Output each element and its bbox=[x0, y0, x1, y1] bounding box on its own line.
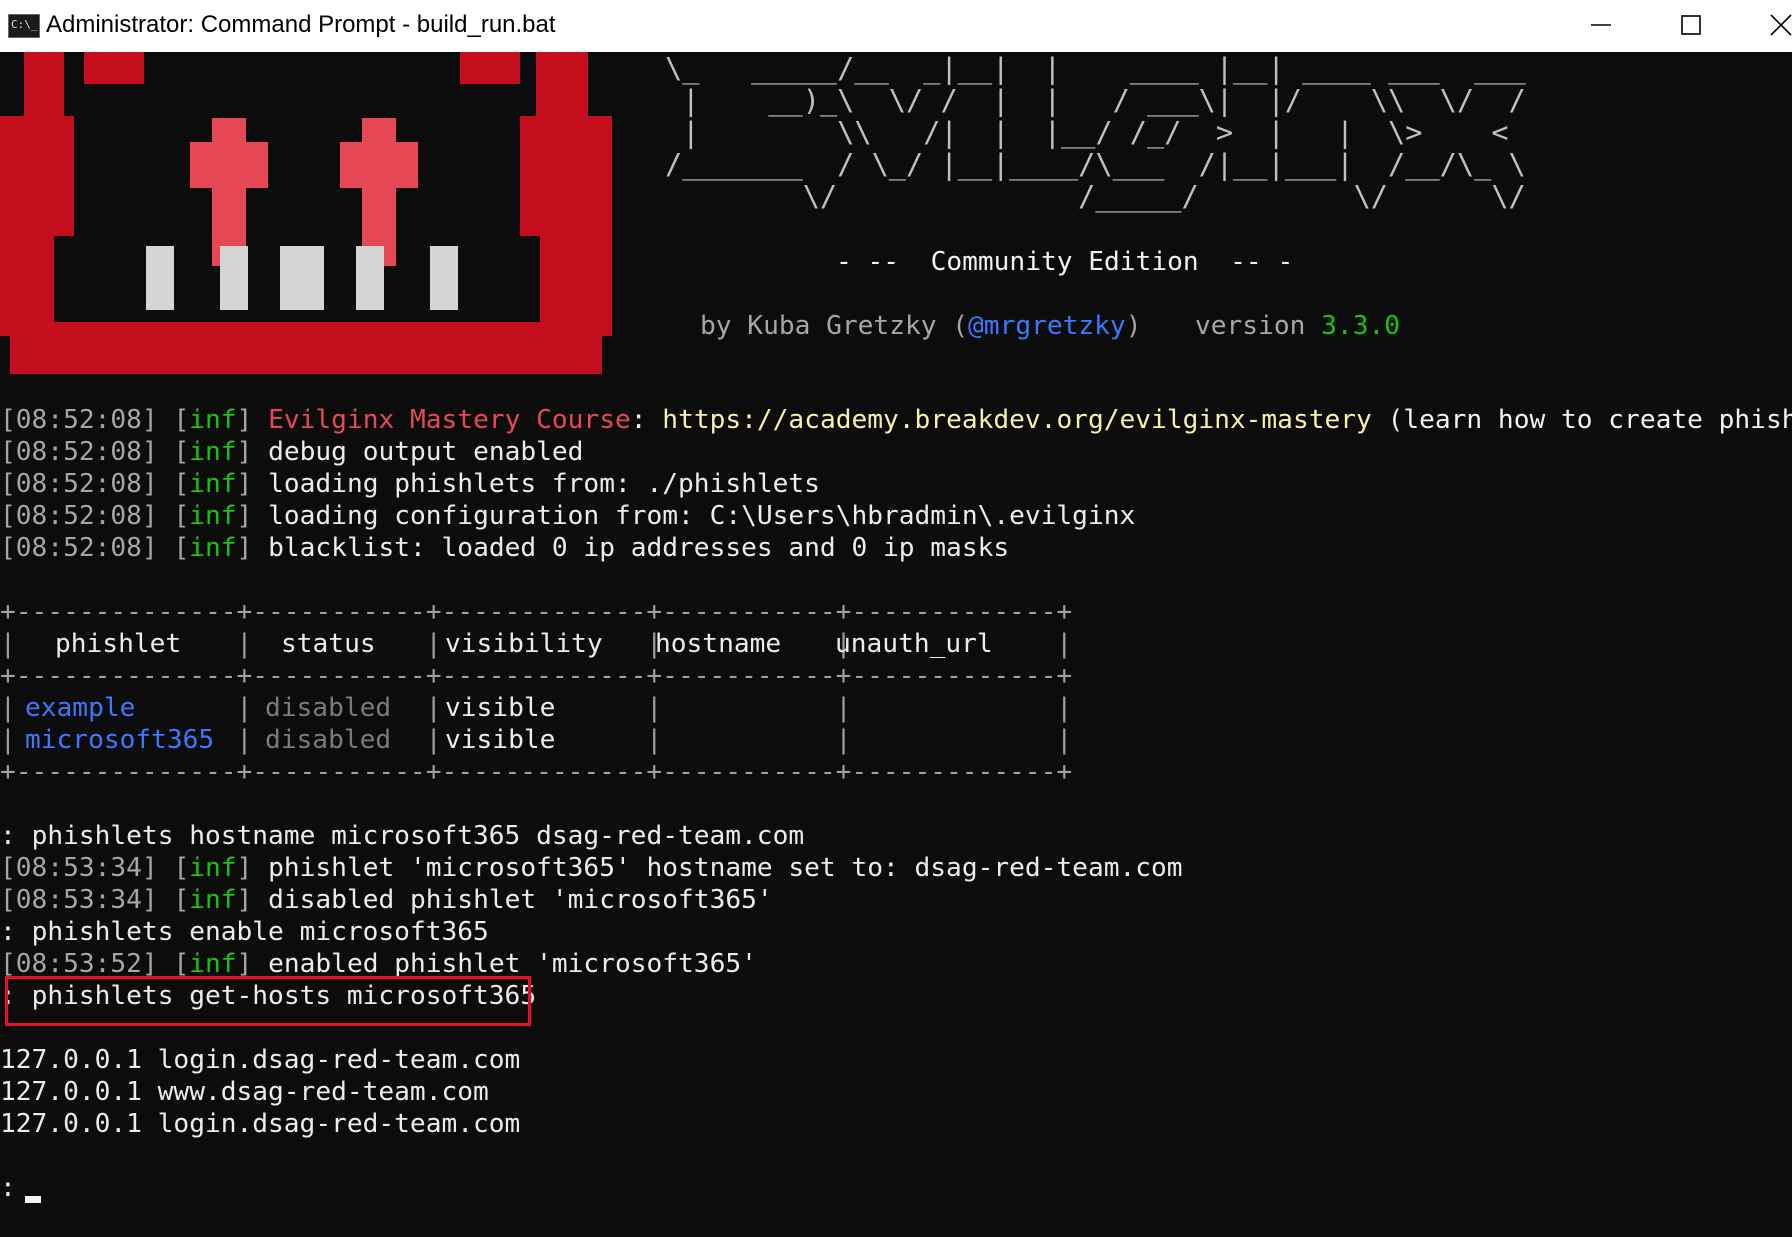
prompt-symbol: : bbox=[0, 821, 16, 851]
course-label: Evilginx Mastery Course bbox=[268, 405, 631, 435]
minimize-icon bbox=[1591, 24, 1611, 26]
minimize-button[interactable] bbox=[1556, 0, 1646, 52]
log-separator: : bbox=[630, 405, 647, 435]
table-border-mid: +--------------+-----------+------------… bbox=[0, 661, 1073, 691]
row-status: disabled bbox=[265, 725, 392, 755]
log-message: phishlet 'microsoft365' hostname set to:… bbox=[268, 853, 1183, 883]
ascii-line: | __)_\ \/ / | | / ___\| |/ \\ \/ / bbox=[665, 83, 1526, 117]
ascii-line: | \\ /| | |__/ /_/ > | | \> < bbox=[665, 115, 1509, 149]
version-number: 3.3.0 bbox=[1321, 311, 1400, 341]
log-timestamp: [08:53:34] bbox=[0, 853, 158, 883]
window-title: Administrator: Command Prompt - build_ru… bbox=[46, 11, 556, 38]
log-level: inf bbox=[189, 501, 237, 531]
cmd-icon-text: C:\_ bbox=[11, 18, 38, 31]
version-line: version 3.3.0 bbox=[1195, 310, 1400, 342]
command-text: phishlets enable microsoft365 bbox=[31, 917, 489, 947]
highlight-box bbox=[5, 976, 531, 1026]
window-titlebar: C:\_ Administrator: Command Prompt - bui… bbox=[0, 0, 1792, 52]
log-line: [08:52:08] [inf] loading phishlets from:… bbox=[0, 469, 820, 499]
log-line: [08:52:08] [inf] Evilginx Mastery Course… bbox=[0, 404, 1792, 436]
course-note: (learn how to create phishlets) bbox=[1387, 405, 1792, 435]
command-line: : phishlets enable microsoft365 bbox=[0, 916, 489, 948]
log-level: inf bbox=[189, 469, 237, 499]
log-line: [08:53:34] [inf] disabled phishlet 'micr… bbox=[0, 885, 773, 915]
log-message: loading phishlets from: ./phishlets bbox=[268, 469, 820, 499]
hosts-entry: 127.0.0.1 login.dsag-red-team.com bbox=[0, 1045, 521, 1075]
hosts-entry: 127.0.0.1 login.dsag-red-team.com bbox=[0, 1109, 521, 1139]
row-visibility: visible bbox=[445, 693, 556, 723]
log-line: [08:52:08] [inf] loading configuration f… bbox=[0, 501, 1136, 531]
command-line: : phishlets hostname microsoft365 dsag-r… bbox=[0, 820, 804, 852]
ascii-line: /_______ / \_/ |__|____/\___ /|__|___| /… bbox=[665, 147, 1526, 181]
log-message: loading configuration from: C:\Users\hbr… bbox=[268, 501, 1136, 531]
log-timestamp: [08:52:08] bbox=[0, 405, 158, 435]
log-timestamp: [08:53:52] bbox=[0, 949, 158, 979]
log-line: [08:52:08] [inf] blacklist: loaded 0 ip … bbox=[0, 533, 1010, 563]
cmd-icon: C:\_ bbox=[8, 14, 40, 38]
table-border-top: +--------------+-----------+------------… bbox=[0, 597, 1073, 627]
log-level: inf bbox=[189, 437, 237, 467]
log-timestamp: [08:52:08] bbox=[0, 501, 158, 531]
course-url[interactable]: https://academy.breakdev.org/evilginx-ma… bbox=[662, 405, 1371, 435]
table-header-unauth-url: unauth_url bbox=[835, 629, 993, 659]
table-header-hostname: hostname bbox=[655, 629, 782, 659]
log-message: enabled phishlet 'microsoft365' bbox=[268, 949, 757, 979]
log-timestamp: [08:52:08] bbox=[0, 533, 158, 563]
author-handle: @mrgretzky bbox=[968, 311, 1126, 341]
log-message: debug output enabled bbox=[268, 437, 584, 467]
version-label: version bbox=[1195, 311, 1306, 341]
ascii-line: \/ /_____/ \/ \/ bbox=[665, 179, 1526, 213]
table-border-bottom: +--------------+-----------+------------… bbox=[0, 757, 1073, 787]
hosts-entry: 127.0.0.1 www.dsag-red-team.com bbox=[0, 1077, 489, 1107]
log-message: blacklist: loaded 0 ip addresses and 0 i… bbox=[268, 533, 1010, 563]
log-level: inf bbox=[189, 853, 237, 883]
ascii-banner: \_ _____/__ _|__| | ____ |__| ____ ___ _… bbox=[665, 52, 1526, 212]
table-header-status: status bbox=[281, 629, 376, 659]
ascii-line: \_ _____/__ _|__| | ____ |__| ____ ___ _… bbox=[665, 52, 1526, 85]
maximize-icon bbox=[1681, 15, 1701, 35]
input-prompt[interactable]: : bbox=[0, 1172, 16, 1204]
table-header-visibility: visibility bbox=[445, 629, 603, 659]
evilginx-skull-logo bbox=[0, 52, 612, 374]
maximize-button[interactable] bbox=[1646, 0, 1736, 52]
close-icon bbox=[1770, 14, 1792, 36]
prompt-symbol: : bbox=[0, 917, 16, 947]
author-line: by Kuba Gretzky (@mrgretzky) bbox=[700, 310, 1141, 342]
log-timestamp: [08:53:34] bbox=[0, 885, 158, 915]
author-text: by Kuba Gretzky ( bbox=[700, 311, 969, 341]
log-timestamp: [08:52:08] bbox=[0, 437, 158, 467]
row-phishlet: microsoft365 bbox=[25, 725, 215, 755]
log-level: inf bbox=[189, 533, 237, 563]
log-line: [08:52:08] [inf] debug output enabled bbox=[0, 437, 584, 467]
log-timestamp: [08:52:08] bbox=[0, 469, 158, 499]
table-header-phishlet: phishlet bbox=[55, 629, 182, 659]
log-message: disabled phishlet 'microsoft365' bbox=[268, 885, 773, 915]
text-cursor bbox=[25, 1196, 41, 1203]
log-level: inf bbox=[189, 405, 237, 435]
command-text: phishlets hostname microsoft365 dsag-red… bbox=[31, 821, 805, 851]
row-status: disabled bbox=[265, 693, 392, 723]
log-line: [08:53:34] [inf] phishlet 'microsoft365'… bbox=[0, 853, 1183, 883]
edition-text: - -- Community Edition -- - bbox=[836, 247, 1294, 277]
row-visibility: visible bbox=[445, 725, 556, 755]
log-level: inf bbox=[189, 885, 237, 915]
terminal-console[interactable]: \_ _____/__ _|__| | ____ |__| ____ ___ _… bbox=[0, 52, 1792, 1237]
log-level: inf bbox=[189, 949, 237, 979]
close-button[interactable] bbox=[1736, 0, 1792, 52]
prompt-symbol: : bbox=[0, 1173, 16, 1203]
author-text-end: ) bbox=[1125, 311, 1142, 341]
edition-line: - -- Community Edition -- - bbox=[836, 246, 1293, 278]
row-phishlet: example bbox=[25, 693, 136, 723]
